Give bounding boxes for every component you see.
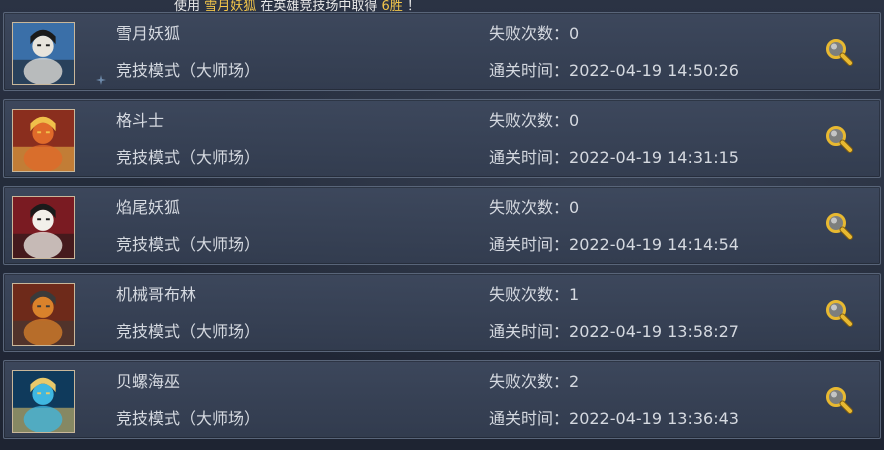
fail-count: 失败次数：0 xyxy=(489,24,579,44)
clear-time: 通关时间：2022-04-19 14:31:15 xyxy=(489,148,739,168)
mode-label: 竞技模式（大师场） xyxy=(116,322,261,341)
time-value: 2022-04-19 14:14:54 xyxy=(569,235,739,254)
record-row: 焰尾妖狐 竞技模式（大师场） 失败次数：0 通关时间：2022-04-19 14… xyxy=(3,186,881,265)
time-value: 2022-04-19 13:58:27 xyxy=(569,322,739,341)
fail-label: 失败次数： xyxy=(489,372,570,391)
fighter-avatar-icon xyxy=(12,109,75,172)
magnifier-icon[interactable] xyxy=(823,297,855,329)
magnifier-icon[interactable] xyxy=(823,384,855,416)
fail-value: 2 xyxy=(569,372,580,391)
flame-fox-avatar-icon xyxy=(12,196,75,259)
clear-time: 通关时间：2022-04-19 13:58:27 xyxy=(489,322,739,342)
sparkle-icon xyxy=(96,70,106,85)
fail-label: 失败次数： xyxy=(489,198,570,217)
record-row: 雪月妖狐 竞技模式（大师场） 失败次数：0 通关时间：2022-04-19 14… xyxy=(3,12,881,91)
record-row: 贝螺海巫 竞技模式（大师场） 失败次数：2 通关时间：2022-04-19 13… xyxy=(3,360,881,439)
record-row: 机械哥布林 竞技模式（大师场） 失败次数：1 通关时间：2022-04-19 1… xyxy=(3,273,881,352)
snow-fox-avatar-icon xyxy=(12,22,75,85)
clear-time: 通关时间：2022-04-19 14:14:54 xyxy=(489,235,739,255)
fail-value: 0 xyxy=(569,111,580,130)
fail-label: 失败次数： xyxy=(489,111,570,130)
fail-label: 失败次数： xyxy=(489,285,570,304)
time-label: 通关时间： xyxy=(489,322,570,341)
mode-label: 竞技模式（大师场） xyxy=(116,235,261,254)
time-value: 2022-04-19 13:36:43 xyxy=(569,409,739,428)
records-panel: 使用 雪月妖狐 在英雄竞技场中取得 6胜 ！ 雪月妖狐 竞技模式（大师场） 失败… xyxy=(0,0,884,450)
magnifier-icon[interactable] xyxy=(823,123,855,155)
mode-label: 竞技模式（大师场） xyxy=(116,148,261,167)
time-label: 通关时间： xyxy=(489,148,570,167)
magnifier-icon[interactable] xyxy=(823,36,855,68)
fail-value: 0 xyxy=(569,198,580,217)
magnifier-icon[interactable] xyxy=(823,210,855,242)
time-label: 通关时间： xyxy=(489,61,570,80)
fail-value: 1 xyxy=(569,285,580,304)
fail-count: 失败次数：0 xyxy=(489,198,579,218)
fail-count: 失败次数：1 xyxy=(489,285,579,305)
mode-label: 竞技模式（大师场） xyxy=(116,409,261,428)
sea-witch-avatar-icon xyxy=(12,370,75,433)
fail-count: 失败次数：2 xyxy=(489,372,579,392)
fail-value: 0 xyxy=(569,24,580,43)
time-value: 2022-04-19 14:31:15 xyxy=(569,148,739,167)
mech-goblin-avatar-icon xyxy=(12,283,75,346)
time-label: 通关时间： xyxy=(489,235,570,254)
clear-time: 通关时间：2022-04-19 14:50:26 xyxy=(489,61,739,81)
time-value: 2022-04-19 14:50:26 xyxy=(569,61,739,80)
hero-name: 雪月妖狐 xyxy=(116,24,181,43)
record-row: 格斗士 竞技模式（大师场） 失败次数：0 通关时间：2022-04-19 14:… xyxy=(3,99,881,178)
hero-name: 贝螺海巫 xyxy=(116,372,181,391)
fail-label: 失败次数： xyxy=(489,24,570,43)
mode-label: 竞技模式（大师场） xyxy=(116,61,261,80)
hero-name: 焰尾妖狐 xyxy=(116,198,181,217)
time-label: 通关时间： xyxy=(489,409,570,428)
clear-time: 通关时间：2022-04-19 13:36:43 xyxy=(489,409,739,429)
hero-name: 机械哥布林 xyxy=(116,285,197,304)
fail-count: 失败次数：0 xyxy=(489,111,579,131)
hero-name: 格斗士 xyxy=(116,111,165,130)
